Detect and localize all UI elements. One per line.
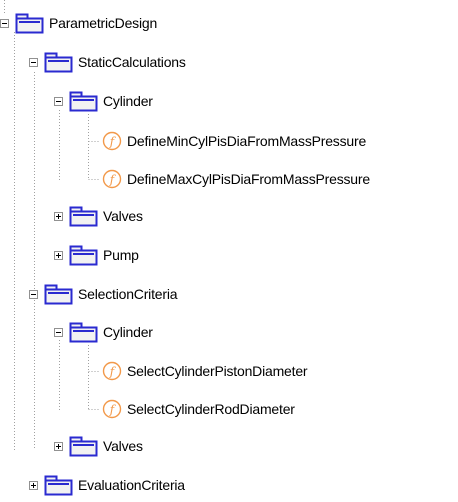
function-icon: f xyxy=(102,169,122,189)
package-icon xyxy=(69,206,98,227)
package-icon xyxy=(15,13,44,34)
package-icon xyxy=(69,322,98,343)
expand-toggle-icon[interactable] xyxy=(29,480,38,490)
collapse-toggle-icon[interactable] xyxy=(29,289,38,299)
tree-node-label: Valves xyxy=(103,208,143,224)
collapse-toggle-icon[interactable] xyxy=(54,327,63,337)
function-icon: f xyxy=(102,399,122,419)
expand-toggle-icon[interactable] xyxy=(54,441,63,451)
tree-node-label: SelectCylinderPistonDiameter xyxy=(127,363,308,379)
tree-node-label: Cylinder xyxy=(103,324,153,340)
tree-node-label: SelectionCriteria xyxy=(78,286,178,302)
tree-node-function[interactable]: f DefineMaxCylPisDiaFromMassPressure xyxy=(102,167,370,191)
tree-node-parametric-design[interactable]: ParametricDesign xyxy=(0,11,157,35)
tree-node-label: DefineMinCylPisDiaFromMassPressure xyxy=(127,133,367,149)
tree-node-label: DefineMaxCylPisDiaFromMassPressure xyxy=(127,171,370,187)
tree-node-cylinder[interactable]: Cylinder xyxy=(54,89,153,113)
tree-node-function[interactable]: f DefineMinCylPisDiaFromMassPressure xyxy=(102,129,366,153)
tree-node-cylinder[interactable]: Cylinder xyxy=(54,320,153,344)
tree-node-label: Valves xyxy=(103,438,143,454)
collapse-toggle-icon[interactable] xyxy=(29,57,38,67)
tree-node-label: SelectCylinderRodDiameter xyxy=(127,401,295,417)
tree-node-valves[interactable]: Valves xyxy=(54,204,143,228)
tree-node-static-calculations[interactable]: StaticCalculations xyxy=(29,50,186,74)
tree-node-label: StaticCalculations xyxy=(78,54,186,70)
tree-node-label: EvaluationCriteria xyxy=(78,477,185,493)
function-icon: f xyxy=(102,131,122,151)
package-icon xyxy=(69,91,98,112)
package-icon xyxy=(44,284,73,305)
package-tree: ParametricDesign StaticCalculations Cyli… xyxy=(0,0,458,502)
tree-node-label: Cylinder xyxy=(103,93,153,109)
expand-toggle-icon[interactable] xyxy=(54,211,63,221)
function-icon: f xyxy=(102,361,122,381)
tree-node-evaluation-criteria[interactable]: EvaluationCriteria xyxy=(29,473,185,497)
package-icon xyxy=(69,436,98,457)
tree-node-pump[interactable]: Pump xyxy=(54,243,139,267)
collapse-toggle-icon[interactable] xyxy=(0,18,9,28)
tree-node-function[interactable]: f SelectCylinderRodDiameter xyxy=(102,397,295,421)
tree-node-valves[interactable]: Valves xyxy=(54,434,143,458)
collapse-toggle-icon[interactable] xyxy=(54,96,63,106)
tree-node-function[interactable]: f SelectCylinderPistonDiameter xyxy=(102,359,308,383)
tree-node-selection-criteria[interactable]: SelectionCriteria xyxy=(29,282,178,306)
expand-toggle-icon[interactable] xyxy=(54,250,63,260)
package-icon xyxy=(69,245,98,266)
tree-node-label: Pump xyxy=(103,247,139,263)
tree-node-label: ParametricDesign xyxy=(49,15,158,31)
package-icon xyxy=(44,475,73,496)
package-icon xyxy=(44,52,73,73)
